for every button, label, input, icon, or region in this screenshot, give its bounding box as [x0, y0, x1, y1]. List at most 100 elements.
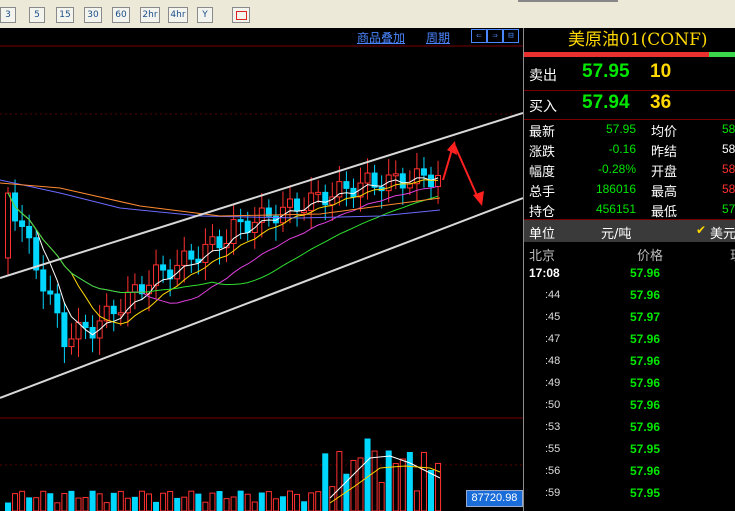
stat-label: 昨结 — [651, 145, 678, 160]
tick-price: 57.96 — [630, 464, 661, 478]
candle-body — [244, 220, 251, 233]
period-button-year[interactable]: Y — [197, 7, 213, 23]
upper-trendline — [0, 112, 523, 279]
ma120-line — [0, 182, 441, 217]
stat-label: 涨跌 — [529, 145, 556, 160]
volume-bar — [202, 501, 209, 511]
volume-bar — [195, 493, 202, 511]
tick-price: 57.96 — [630, 332, 661, 346]
volume-bar — [364, 438, 371, 511]
volume-bar — [216, 491, 223, 511]
volume-bar — [237, 490, 244, 511]
chart-nav-buttons: ⇐ ⇒ ⊟ — [471, 29, 521, 43]
currency-label[interactable]: 美元 — [710, 223, 735, 242]
candle-body — [322, 191, 329, 206]
unit-bar: 单位 元/吨 ✔ 美元 — [524, 220, 735, 242]
tick-price: 57.97 — [630, 310, 661, 324]
check-icon[interactable]: ✔ — [696, 223, 706, 237]
kline-chart[interactable]: 商品叠加 周期 ⇐ ⇒ ⊟ 87720.98 — [0, 28, 523, 511]
volume-bar — [329, 486, 336, 511]
volume-bar — [61, 492, 68, 511]
volume-bar — [378, 481, 385, 511]
ma20-line — [7, 185, 439, 304]
quote-stat-row: 总手 186016 最高 58 — [524, 180, 735, 200]
cycle-link[interactable]: 周期 — [426, 29, 450, 46]
calendar-icon[interactable] — [232, 7, 250, 23]
buy-sell-ratio-bar — [524, 52, 735, 57]
tick-time: :47 — [545, 333, 561, 345]
stat-value: 57.95 — [605, 122, 636, 136]
stat-label: 均价 — [651, 125, 678, 140]
volume-bar — [19, 490, 26, 511]
quote-panel: 美原油01(CONF) 卖出 57.95 10 买入 57.94 36 最新 57… — [523, 28, 735, 511]
tick-time: :49 — [545, 377, 561, 389]
tick-time: 17:08 — [529, 266, 560, 280]
volume-bar — [26, 497, 33, 511]
candle-body — [153, 264, 160, 286]
tick-price: 57.95 — [630, 486, 661, 500]
quote-stat-row: 持仓 456151 最低 57 — [524, 200, 735, 220]
candle-body — [89, 327, 96, 339]
candle-body — [40, 269, 47, 292]
period-button-30[interactable]: 30 — [84, 7, 102, 23]
tick-table-header: 北京 价格 现 — [524, 244, 735, 264]
sell-volume: 10 — [650, 61, 672, 82]
volume-bar — [40, 490, 47, 511]
scroll-left-button[interactable]: ⇐ — [471, 29, 487, 43]
stat-value: 58 — [722, 162, 735, 176]
scroll-right-button[interactable]: ⇒ — [487, 29, 503, 43]
candle-body — [117, 312, 124, 316]
tick-row: :59 57.95 — [524, 484, 735, 506]
period-button-15[interactable]: 15 — [56, 7, 74, 23]
volume-bar — [223, 498, 230, 511]
layout-toggle-button[interactable]: ⊟ — [503, 29, 519, 43]
volume-bar — [413, 490, 420, 511]
stat-label: 最高 — [651, 185, 678, 200]
period-toolbar: 3 5 15 30 60 2hr 4hr Y — [0, 0, 735, 29]
tick-row: :56 57.96 — [524, 462, 735, 484]
candle-body — [435, 175, 442, 188]
tick-price: 57.96 — [630, 354, 661, 368]
candle-body — [287, 198, 293, 208]
tick-row: :48 57.96 — [524, 352, 735, 374]
third-header: 现 — [730, 245, 735, 264]
volume-bar — [428, 469, 434, 511]
ma10-line — [7, 179, 439, 325]
kline-canvas — [0, 45, 523, 511]
divider — [524, 90, 735, 91]
candle-body — [160, 264, 167, 271]
volume-bar — [392, 463, 399, 511]
volume-bar — [124, 497, 131, 511]
candle-body — [61, 312, 68, 348]
overlay-link[interactable]: 商品叠加 — [357, 29, 405, 46]
candle-body — [237, 219, 244, 223]
period-button-4hr[interactable]: 4hr — [168, 7, 188, 23]
tick-time: :55 — [545, 443, 561, 455]
period-button-3[interactable]: 3 — [0, 7, 16, 23]
volume-bar — [103, 502, 110, 511]
tick-row: :45 57.97 — [524, 308, 735, 330]
period-button-60[interactable]: 60 — [112, 7, 130, 23]
volume-bar — [385, 450, 392, 511]
volume-bar — [68, 490, 75, 511]
period-button-5[interactable]: 5 — [29, 7, 45, 23]
volume-bar — [315, 491, 322, 511]
tick-time: :59 — [545, 487, 561, 499]
volume-bar — [272, 498, 279, 511]
quote-stat-row: 最新 57.95 均价 58 — [524, 120, 735, 140]
volume-bar — [406, 451, 413, 511]
candle-body — [315, 191, 322, 195]
volume-bar — [82, 497, 89, 511]
arrow-down-head — [473, 191, 484, 206]
volume-bar — [181, 496, 188, 511]
volume-bar — [251, 501, 258, 511]
quote-stat-row: 幅度 -0.28% 开盘 58 — [524, 160, 735, 180]
tick-row: :47 57.96 — [524, 330, 735, 352]
candle-body — [294, 198, 301, 212]
volume-bar — [322, 453, 329, 511]
volume-bar — [146, 493, 152, 511]
volume-bar — [131, 496, 138, 511]
candle-body — [146, 284, 152, 295]
candle-body — [5, 192, 11, 259]
period-button-2hr[interactable]: 2hr — [140, 7, 160, 23]
